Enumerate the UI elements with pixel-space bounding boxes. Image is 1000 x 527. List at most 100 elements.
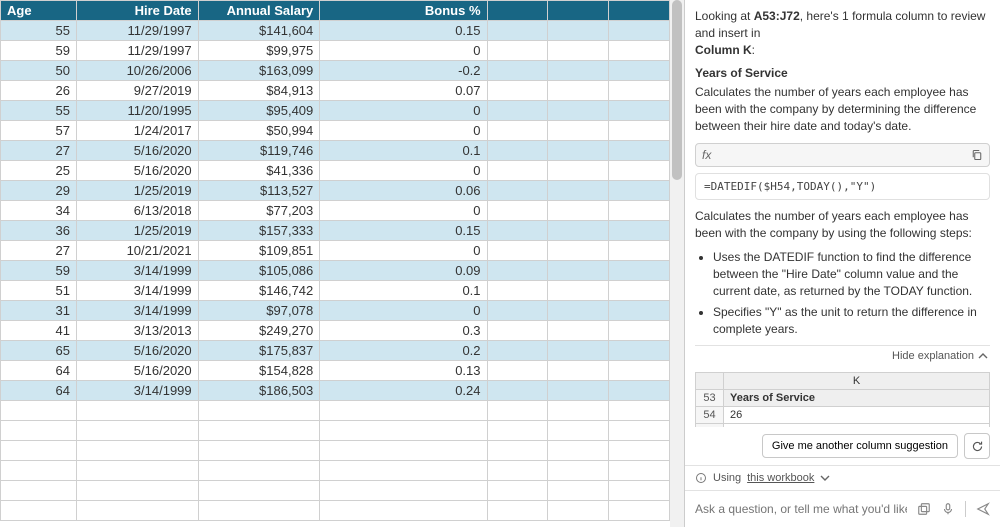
cell-hire[interactable]: 1/25/2019 — [77, 181, 199, 201]
empty-cell[interactable] — [609, 261, 670, 281]
table-row[interactable]: 255/16/2020$41,3360 — [1, 161, 670, 181]
empty-cell[interactable] — [198, 481, 320, 501]
empty-cell[interactable] — [609, 61, 670, 81]
cell-salary[interactable]: $84,913 — [198, 81, 320, 101]
empty-cell[interactable] — [487, 301, 548, 321]
empty-cell[interactable] — [320, 421, 487, 441]
cell-hire[interactable]: 3/14/1999 — [77, 281, 199, 301]
empty-cell[interactable] — [198, 441, 320, 461]
empty-cell[interactable] — [609, 281, 670, 301]
cell-age[interactable]: 50 — [1, 61, 77, 81]
empty-cell[interactable] — [487, 481, 548, 501]
table-row[interactable]: 313/14/1999$97,0780 — [1, 301, 670, 321]
cell-salary[interactable]: $41,336 — [198, 161, 320, 181]
empty-cell[interactable] — [77, 461, 199, 481]
cell-hire[interactable]: 1/25/2019 — [77, 221, 199, 241]
cell-age[interactable]: 26 — [1, 81, 77, 101]
empty-cell[interactable] — [609, 381, 670, 401]
empty-cell[interactable] — [487, 121, 548, 141]
empty-cell[interactable] — [487, 361, 548, 381]
cell-age[interactable]: 29 — [1, 181, 77, 201]
empty-cell[interactable] — [609, 21, 670, 41]
cell-bonus[interactable]: 0 — [320, 121, 487, 141]
cell-salary[interactable]: $95,409 — [198, 101, 320, 121]
cell-bonus[interactable]: 0.07 — [320, 81, 487, 101]
cell-hire[interactable]: 11/29/1997 — [77, 41, 199, 61]
empty-cell[interactable] — [77, 481, 199, 501]
cell-age[interactable]: 65 — [1, 341, 77, 361]
cell-bonus[interactable]: 0 — [320, 301, 487, 321]
empty-cell[interactable] — [487, 321, 548, 341]
empty-cell[interactable] — [548, 361, 609, 381]
cell-salary[interactable]: $146,742 — [198, 281, 320, 301]
empty-cell[interactable] — [77, 421, 199, 441]
table-row[interactable] — [1, 481, 670, 501]
cell-bonus[interactable]: 0 — [320, 41, 487, 61]
empty-cell[interactable] — [548, 241, 609, 261]
table-row[interactable]: 5010/26/2006$163,099-0.2 — [1, 61, 670, 81]
cell-salary[interactable]: $50,994 — [198, 121, 320, 141]
empty-cell[interactable] — [487, 261, 548, 281]
empty-cell[interactable] — [609, 461, 670, 481]
empty-cell[interactable] — [77, 501, 199, 521]
empty-cell[interactable] — [548, 301, 609, 321]
empty-cell[interactable] — [487, 141, 548, 161]
empty-cell[interactable] — [320, 441, 487, 461]
cell-age[interactable]: 55 — [1, 101, 77, 121]
empty-cell[interactable] — [609, 341, 670, 361]
cell-age[interactable]: 64 — [1, 381, 77, 401]
table-row[interactable]: 275/16/2020$119,7460.1 — [1, 141, 670, 161]
empty-cell[interactable] — [609, 201, 670, 221]
cell-age[interactable]: 34 — [1, 201, 77, 221]
cell-salary[interactable]: $109,851 — [198, 241, 320, 261]
cell-hire[interactable]: 11/29/1997 — [77, 21, 199, 41]
empty-cell[interactable] — [548, 281, 609, 301]
cell-age[interactable]: 27 — [1, 241, 77, 261]
empty-cell[interactable] — [198, 421, 320, 441]
cell-hire[interactable]: 5/16/2020 — [77, 361, 199, 381]
empty-cell[interactable] — [548, 141, 609, 161]
empty-cell[interactable] — [609, 441, 670, 461]
cell-bonus[interactable]: 0.24 — [320, 381, 487, 401]
cell-age[interactable]: 31 — [1, 301, 77, 321]
formula-code[interactable]: =DATEDIF($H54,TODAY(),"Y") — [695, 173, 990, 200]
empty-cell[interactable] — [320, 461, 487, 481]
cell-bonus[interactable]: 0.13 — [320, 361, 487, 381]
table-row[interactable] — [1, 401, 670, 421]
empty-cell[interactable] — [77, 401, 199, 421]
empty-cell[interactable] — [548, 101, 609, 121]
cards-icon[interactable] — [917, 502, 931, 516]
empty-cell[interactable] — [609, 321, 670, 341]
empty-cell[interactable] — [487, 441, 548, 461]
cell-bonus[interactable]: 0 — [320, 101, 487, 121]
cell-salary[interactable]: $113,527 — [198, 181, 320, 201]
table-row[interactable] — [1, 461, 670, 481]
table-row[interactable]: 645/16/2020$154,8280.13 — [1, 361, 670, 381]
empty-cell[interactable] — [609, 421, 670, 441]
cell-hire[interactable]: 9/27/2019 — [77, 81, 199, 101]
empty-cell[interactable] — [548, 61, 609, 81]
empty-cell[interactable] — [548, 41, 609, 61]
empty-cell[interactable] — [320, 501, 487, 521]
cell-bonus[interactable]: 0.06 — [320, 181, 487, 201]
hide-explanation-link[interactable]: Hide explanation — [695, 345, 990, 366]
spreadsheet-table[interactable]: Age Hire Date Annual Salary Bonus % 5511… — [0, 0, 670, 521]
cell-hire[interactable]: 5/16/2020 — [77, 141, 199, 161]
empty-cell[interactable] — [609, 81, 670, 101]
empty-cell[interactable] — [609, 361, 670, 381]
empty-cell[interactable] — [320, 401, 487, 421]
empty-cell[interactable] — [487, 201, 548, 221]
empty-cell[interactable] — [1, 481, 77, 501]
header-bonus[interactable]: Bonus % — [320, 1, 487, 21]
cell-bonus[interactable]: 0.2 — [320, 341, 487, 361]
empty-cell[interactable] — [487, 401, 548, 421]
empty-cell[interactable] — [548, 201, 609, 221]
table-row[interactable]: 513/14/1999$146,7420.1 — [1, 281, 670, 301]
cell-hire[interactable]: 5/16/2020 — [77, 341, 199, 361]
empty-cell[interactable] — [609, 301, 670, 321]
empty-cell[interactable] — [320, 481, 487, 501]
cell-bonus[interactable]: 0.1 — [320, 141, 487, 161]
empty-cell[interactable] — [487, 241, 548, 261]
cell-salary[interactable]: $105,086 — [198, 261, 320, 281]
empty-cell[interactable] — [548, 261, 609, 281]
